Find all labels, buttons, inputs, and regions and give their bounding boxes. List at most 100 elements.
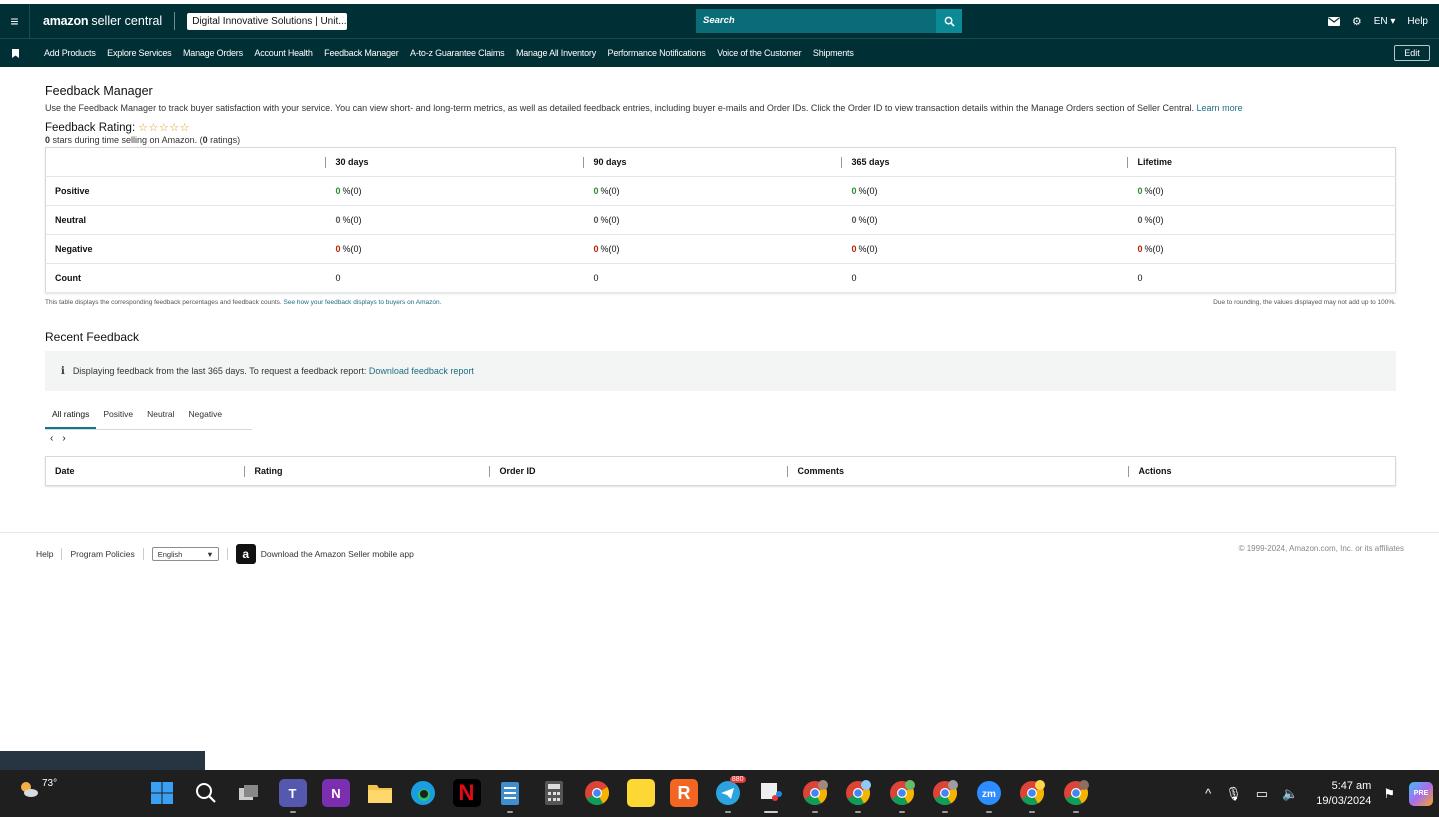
language-selector[interactable]: EN ▾: [1374, 16, 1396, 27]
feedback-metrics-table: 30 days 90 days 365 days Lifetime Positi…: [45, 147, 1396, 293]
feedback-rating: Feedback Rating: ☆☆☆☆☆: [45, 121, 1396, 135]
zoom-icon[interactable]: zm: [975, 779, 1003, 813]
telegram-icon[interactable]: 880: [714, 776, 746, 813]
chrome-profile-1-icon[interactable]: [801, 779, 829, 813]
nav-link-voice-of-the-customer[interactable]: Voice of the Customer: [717, 48, 802, 58]
column-header: Lifetime: [1126, 147, 1396, 177]
snipping-tool-icon[interactable]: [757, 779, 785, 813]
notepad-icon[interactable]: [496, 779, 524, 813]
sticky-notes-icon[interactable]: [626, 779, 655, 807]
program-policies-link[interactable]: Program Policies: [70, 549, 134, 559]
window-preview-thumbnail[interactable]: [0, 751, 205, 771]
nav-link-explore-services[interactable]: Explore Services: [107, 48, 172, 58]
search-input[interactable]: Search: [696, 9, 936, 33]
table-row: Positive 0 %(0) 0 %(0) 0 %(0) 0 %(0): [45, 176, 1396, 206]
info-banner: i Displaying feedback from the last 365 …: [45, 351, 1396, 391]
amazon-seller-central-logo[interactable]: amazon seller central: [43, 14, 162, 28]
netflix-icon[interactable]: N: [452, 779, 481, 807]
nav-link-shipments[interactable]: Shipments: [813, 48, 854, 58]
column-header: Actions: [1127, 457, 1396, 486]
table-header-row: Date Rating Order ID Comments Actions: [46, 457, 1396, 486]
column-header[interactable]: Rating: [243, 457, 489, 486]
table-cell: 0: [324, 263, 583, 293]
svg-text:zm: zm: [982, 789, 996, 800]
help-link[interactable]: Help: [1407, 16, 1428, 27]
account-switcher[interactable]: Digital Innovative Solutions | Unit...: [187, 12, 348, 30]
tab-all-ratings[interactable]: All ratings: [45, 407, 97, 429]
bookmark-nav-bar: Add Products Explore Services Manage Order…: [0, 38, 1439, 67]
telegram-badge: 880: [729, 776, 746, 783]
rapid-icon[interactable]: R: [670, 779, 698, 807]
search-icon: [944, 16, 955, 27]
edge-icon[interactable]: [409, 779, 437, 807]
nav-link-a-to-z-guarantee-claims[interactable]: A-to-z Guarantee Claims: [410, 48, 505, 58]
nav-link-manage-orders[interactable]: Manage Orders: [183, 48, 243, 58]
windows-taskbar: 73° T N N R 880 zm ^ 🎙 ▭ 🔈 5:47 am 19/03…: [0, 770, 1439, 817]
pinned-apps: T N N R 880 zm: [148, 776, 1090, 813]
weather-widget[interactable]: 73°: [18, 778, 57, 800]
column-header[interactable]: Comments: [786, 457, 1128, 486]
tab-negative[interactable]: Negative: [182, 407, 230, 429]
logo-divider: [174, 12, 176, 30]
chevron-left-icon[interactable]: ‹: [50, 433, 53, 444]
download-app-link[interactable]: Download the Amazon Seller mobile app: [261, 549, 414, 559]
tab-positive[interactable]: Positive: [96, 407, 140, 429]
chrome-icon[interactable]: [583, 779, 611, 807]
column-header[interactable]: Order ID: [488, 457, 787, 486]
table-row: Count 0 0 0 0: [45, 263, 1396, 293]
row-label: Negative: [45, 234, 325, 264]
table-cell: 0 %(0): [582, 176, 841, 206]
star-rating-icon: ☆☆☆☆☆: [138, 122, 190, 134]
search-icon[interactable]: [192, 779, 220, 807]
column-header: 90 days: [582, 147, 841, 177]
table-header-row: 30 days 90 days 365 days Lifetime: [45, 147, 1396, 177]
settings-gear-icon[interactable]: ⚙: [1352, 15, 1362, 28]
chrome-profile-4-icon[interactable]: [931, 779, 959, 813]
nav-link-add-products[interactable]: Add Products: [44, 48, 96, 58]
notifications-icon[interactable]: ⚑: [1383, 786, 1395, 802]
amazon-app-icon[interactable]: a: [235, 544, 256, 564]
bookmark-icon[interactable]: [0, 48, 30, 58]
column-header[interactable]: Date: [46, 457, 244, 486]
footer-language-select[interactable]: English ▼: [151, 547, 219, 561]
start-windows-icon[interactable]: [148, 779, 176, 807]
nav-link-performance-notifications[interactable]: Performance Notifications: [608, 48, 706, 58]
nav-link-feedback-manager[interactable]: Feedback Manager: [324, 48, 399, 58]
network-icon[interactable]: ▭: [1256, 786, 1268, 802]
chrome-profile-3-icon[interactable]: [888, 779, 916, 813]
nav-link-account-health[interactable]: Account Health: [254, 48, 312, 58]
recent-feedback-title: Recent Feedback: [45, 330, 140, 344]
chevron-right-icon[interactable]: ›: [62, 433, 65, 444]
microphone-icon[interactable]: 🎙: [1225, 786, 1242, 802]
teams-icon[interactable]: T: [278, 779, 307, 813]
page-description: Use the Feedback Manager to track buyer …: [45, 103, 1243, 113]
learn-more-link[interactable]: Learn more: [1197, 103, 1243, 113]
tab-neutral[interactable]: Neutral: [140, 407, 181, 429]
edit-nav-button[interactable]: Edit: [1394, 45, 1430, 61]
download-feedback-report-link[interactable]: Download feedback report: [369, 366, 474, 376]
hamburger-menu-icon[interactable]: ≡: [0, 4, 30, 38]
page-title: Feedback Manager: [45, 84, 153, 98]
copilot-icon[interactable]: PRE: [1409, 781, 1433, 806]
table-cell: 0 %(0): [840, 176, 1127, 206]
task-view-icon[interactable]: [235, 779, 263, 807]
recent-feedback-table: Date Rating Order ID Comments Actions: [45, 456, 1396, 486]
chrome-profile-5-icon[interactable]: [1018, 779, 1046, 813]
table-cell: 0: [582, 263, 841, 293]
nav-link-manage-all-inventory[interactable]: Manage All Inventory: [516, 48, 596, 58]
mail-icon[interactable]: [1327, 16, 1340, 26]
chevron-up-icon[interactable]: ^: [1205, 786, 1211, 801]
search-button[interactable]: [936, 9, 962, 33]
onenote-icon[interactable]: N: [322, 779, 350, 807]
nav-links: Add Products Explore Services Manage Order…: [44, 48, 854, 58]
file-explorer-icon[interactable]: [366, 779, 394, 807]
clock[interactable]: 5:47 am 19/03/2024: [1316, 779, 1371, 809]
chrome-profile-6-icon[interactable]: [1062, 779, 1090, 813]
chrome-profile-2-icon[interactable]: [844, 779, 872, 813]
feedback-display-link[interactable]: See how your feedback displays to buyers…: [284, 299, 442, 306]
volume-icon[interactable]: 🔈: [1282, 786, 1298, 802]
table-cell: 0 %(0): [324, 234, 583, 264]
calculator-icon[interactable]: [540, 779, 568, 807]
table-cell: 0 %(0): [1126, 205, 1396, 235]
footer-help-link[interactable]: Help: [36, 549, 53, 559]
